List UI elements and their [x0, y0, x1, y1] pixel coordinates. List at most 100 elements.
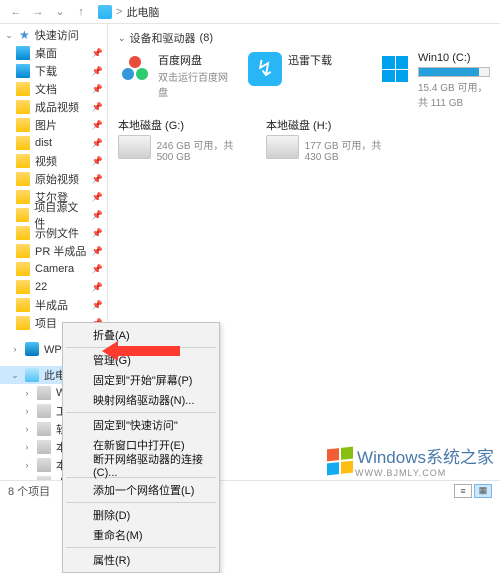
context-menu-item[interactable]: 重命名(M)	[65, 525, 217, 545]
desktop-icon	[16, 46, 30, 60]
sidebar-item-label: Camera	[35, 263, 74, 275]
sidebar-item-label: PR 半成品	[35, 243, 86, 259]
drive-icon	[37, 422, 51, 436]
context-menu-item[interactable]: 添加一个网络位置(L)	[65, 480, 217, 500]
menu-separator	[66, 502, 216, 503]
context-menu-item[interactable]: 管理(G)	[65, 350, 217, 370]
breadcrumb[interactable]: > 此电脑	[98, 4, 159, 20]
sidebar-item[interactable]: 示例文件📌	[0, 224, 107, 242]
device-tile-win10[interactable]: Win10 (C:) 15.4 GB 可用，共 111 GB	[378, 52, 490, 109]
sidebar-quick-access[interactable]: ⌄ ★ 快速访问	[0, 26, 107, 44]
sidebar-item[interactable]: 半成品📌	[0, 296, 107, 314]
sidebar-item[interactable]: 视频 📌	[0, 152, 107, 170]
sidebar-item[interactable]: 22 📌	[0, 278, 107, 296]
device-name: 百度网盘	[158, 52, 230, 68]
context-menu-item[interactable]: 固定到"开始"屏幕(P)	[65, 370, 217, 390]
cloud-icon	[25, 342, 39, 356]
chevron-right-icon: ›	[22, 424, 32, 434]
folder-icon	[16, 244, 30, 258]
folder-icon	[16, 226, 30, 240]
drive-tile[interactable]: 本地磁盘 (G:) 246 GB 可用，共 500 GB	[118, 117, 248, 163]
sidebar-item-label: dist	[35, 137, 52, 149]
sidebar-item[interactable]: 桌面📌	[0, 44, 107, 62]
context-menu-item[interactable]: 属性(R)	[65, 550, 217, 570]
sidebar-item-label: 文档	[35, 81, 57, 97]
sidebar-item-label: 下载	[35, 63, 57, 79]
pc-icon	[98, 5, 112, 19]
folder-icon	[16, 208, 29, 222]
drive-icon	[37, 458, 51, 472]
sidebar-item-label: 图片	[35, 117, 57, 133]
capacity-text: 246 GB 可用，共 500 GB	[157, 137, 248, 163]
view-details-icon[interactable]: ≡	[454, 484, 472, 498]
sidebar-item[interactable]: 成品视频📌	[0, 98, 107, 116]
pin-icon: 📌	[92, 138, 103, 149]
back-arrow-icon[interactable]: ←	[8, 4, 24, 20]
device-tile-baidu[interactable]: 百度网盘 双击运行百度网盘	[118, 52, 230, 109]
folder-icon	[16, 298, 30, 312]
context-menu: 折叠(A) 管理(G)固定到"开始"屏幕(P)映射网络驱动器(N)... 固定到"快…	[62, 322, 220, 573]
view-tiles-icon[interactable]: ▦	[474, 484, 492, 498]
device-sub: 双击运行百度网盘	[158, 69, 230, 99]
pin-icon: 📌	[92, 156, 103, 167]
pin-icon: 📌	[92, 228, 103, 239]
sidebar-item-label: 项目	[35, 315, 57, 331]
context-menu-item[interactable]: 折叠(A)	[65, 325, 217, 345]
sidebar-item-label: 视频	[35, 153, 57, 169]
folder-icon	[16, 172, 30, 186]
sidebar-item-label: 桌面	[35, 45, 57, 61]
drive-name: 本地磁盘 (H:)	[266, 117, 396, 133]
windows-logo-icon	[327, 446, 353, 475]
menu-separator	[66, 347, 216, 348]
recent-chevron-icon[interactable]: ⌄	[52, 4, 68, 20]
breadcrumb-location: 此电脑	[126, 4, 159, 20]
drive-icon	[37, 440, 51, 454]
capacity-bar	[418, 67, 490, 77]
context-menu-item[interactable]: 断开网络驱动器的连接(C)...	[65, 455, 217, 475]
sidebar-item-label: 原始视频	[35, 171, 79, 187]
sidebar-item[interactable]: 原始视频 📌	[0, 170, 107, 188]
baidu-icon	[118, 52, 152, 86]
pin-icon: 📌	[92, 192, 103, 203]
context-menu-item[interactable]: 删除(D)	[65, 505, 217, 525]
pc-icon	[25, 368, 39, 382]
pin-icon: 📌	[92, 102, 103, 113]
pin-icon: 📌	[92, 84, 103, 95]
windows-drive-icon	[378, 52, 412, 86]
device-name: 迅雷下载	[288, 52, 360, 68]
section-title: 设备和驱动器	[130, 30, 196, 46]
chevron-down-icon: ⌄	[4, 30, 14, 41]
star-icon: ★	[19, 28, 30, 42]
status-items: 8 个项目	[8, 483, 50, 499]
pin-icon: 📌	[92, 210, 103, 221]
sidebar-item[interactable]: Camera📌	[0, 260, 107, 278]
sidebar-item[interactable]: 下载📌	[0, 62, 107, 80]
context-menu-item[interactable]: 映射网络驱动器(N)...	[65, 390, 217, 410]
menu-separator	[66, 547, 216, 548]
pin-icon: 📌	[92, 282, 103, 293]
pin-icon: 📌	[92, 174, 103, 185]
drive-tile[interactable]: 本地磁盘 (H:) 177 GB 可用，共 430 GB	[266, 117, 396, 163]
forward-arrow-icon[interactable]: →	[30, 4, 46, 20]
section-header[interactable]: ⌄ 设备和驱动器 (8)	[118, 30, 490, 46]
sidebar-label: 快速访问	[35, 27, 79, 43]
sidebar-item-label: 半成品	[35, 297, 68, 313]
watermark-url: WWW.BJMLY.COM	[355, 468, 494, 478]
drive-name: 本地磁盘 (G:)	[118, 117, 248, 133]
sidebar-item[interactable]: 文档 📌	[0, 80, 107, 98]
xunlei-icon: ↯	[248, 52, 282, 86]
sidebar-item[interactable]: dist 📌	[0, 134, 107, 152]
hard-drive-icon	[266, 135, 299, 159]
chevron-right-icon: ›	[22, 406, 32, 416]
sidebar-item[interactable]: PR 半成品📌	[0, 242, 107, 260]
device-tile-xunlei[interactable]: ↯ 迅雷下载	[248, 52, 360, 109]
context-menu-item[interactable]: 固定到"快速访问"	[65, 415, 217, 435]
sidebar-item-label: 22	[35, 281, 47, 293]
up-arrow-icon[interactable]: ↑	[74, 5, 88, 19]
capacity-text: 177 GB 可用，共 430 GB	[305, 137, 396, 163]
sidebar-item[interactable]: 项目源文件📌	[0, 206, 107, 224]
sidebar-item[interactable]: 图片📌	[0, 116, 107, 134]
folder-icon	[16, 154, 30, 168]
drive-icon	[37, 404, 51, 418]
folder-icon	[16, 280, 30, 294]
